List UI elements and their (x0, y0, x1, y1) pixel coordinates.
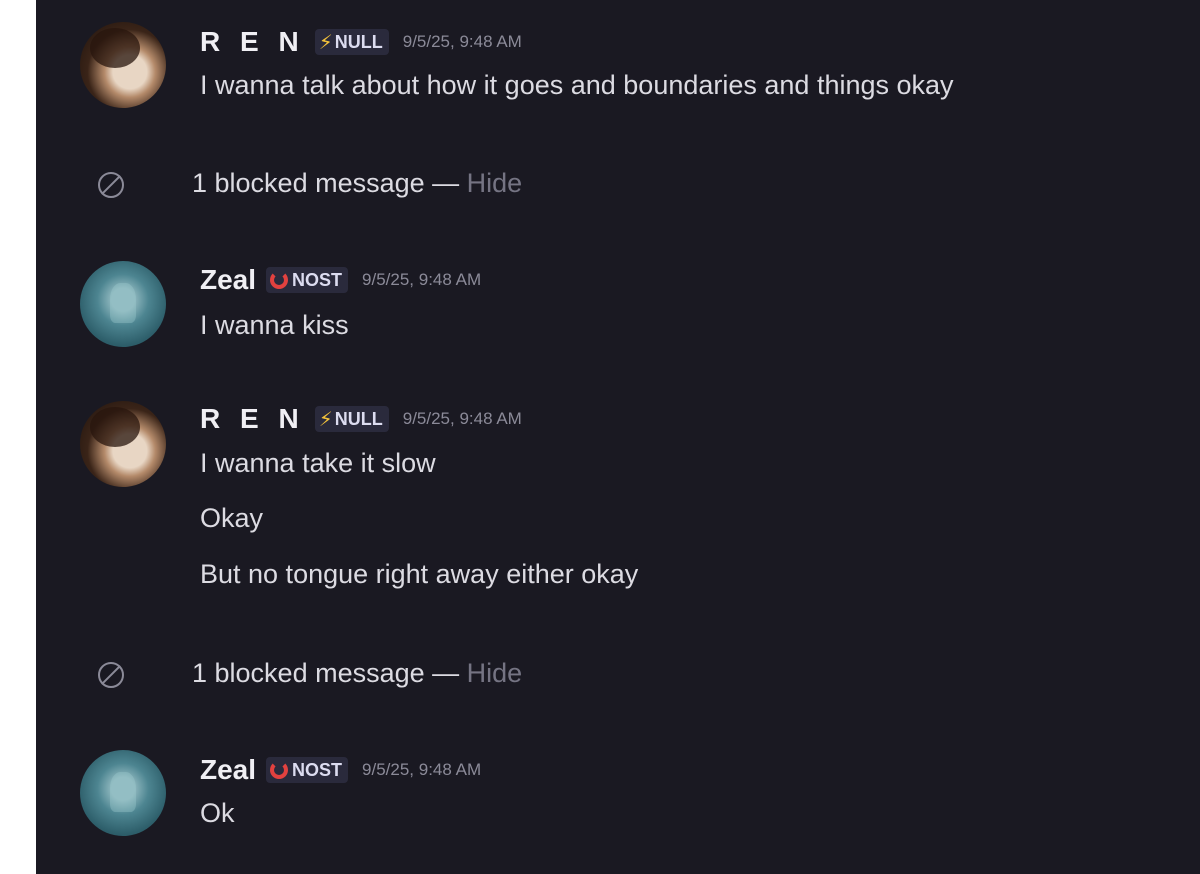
message-text: I wanna take it slow (200, 448, 436, 478)
message-text: Okay (200, 503, 264, 533)
hide-link[interactable]: Hide (467, 168, 523, 198)
message-header: Zeal NOST 9/5/25, 9:48 AM (200, 262, 481, 298)
lightning-bolt-icon: ⚡ (318, 31, 333, 54)
user-tag[interactable]: ⚡ NULL (314, 406, 389, 432)
author-name[interactable]: R E N (200, 403, 305, 435)
chat-panel: R E N ⚡ NULL 9/5/25, 9:48 AM I wanna tal… (36, 0, 1200, 874)
message-text: I wanna kiss (200, 310, 349, 340)
tag-label: NOST (292, 269, 343, 290)
tag-label: NULL (334, 31, 383, 52)
blocked-message-notice: 1 blocked message — Hide (36, 650, 1200, 700)
user-tag[interactable]: ⚡ NULL (314, 29, 389, 55)
timestamp: 9/5/25, 9:48 AM (402, 32, 522, 51)
hide-link[interactable]: Hide (467, 658, 523, 688)
blocked-icon (98, 172, 124, 198)
message-text: Ok (200, 798, 235, 828)
timestamp: 9/5/25, 9:48 AM (362, 270, 482, 289)
red-ring-icon (270, 761, 289, 779)
avatar[interactable] (80, 261, 166, 347)
author-name[interactable]: Zeal (200, 754, 256, 786)
message-header: R E N ⚡ NULL 9/5/25, 9:48 AM (200, 401, 522, 437)
blocked-label: 1 blocked message — (192, 658, 467, 688)
tag-label: NOST (292, 759, 343, 780)
user-tag[interactable]: NOST (266, 757, 349, 783)
avatar[interactable] (80, 750, 166, 836)
avatar[interactable] (80, 401, 166, 487)
blocked-message-notice: 1 blocked message — Hide (36, 160, 1200, 210)
blocked-label: 1 blocked message — (192, 168, 467, 198)
blocked-icon (98, 662, 124, 688)
author-name[interactable]: Zeal (200, 264, 256, 296)
message-text: I wanna talk about how it goes and bound… (200, 70, 954, 100)
author-name[interactable]: R E N (200, 26, 305, 58)
lightning-bolt-icon: ⚡ (318, 408, 333, 431)
user-tag[interactable]: NOST (266, 267, 349, 293)
tag-label: NULL (334, 408, 383, 429)
avatar[interactable] (80, 22, 166, 108)
timestamp: 9/5/25, 9:48 AM (402, 409, 522, 428)
message-header: R E N ⚡ NULL 9/5/25, 9:48 AM (200, 24, 522, 60)
timestamp: 9/5/25, 9:48 AM (362, 760, 482, 779)
message-header: Zeal NOST 9/5/25, 9:48 AM (200, 752, 481, 788)
message-text: But no tongue right away either okay (200, 559, 639, 589)
red-ring-icon (270, 271, 289, 289)
